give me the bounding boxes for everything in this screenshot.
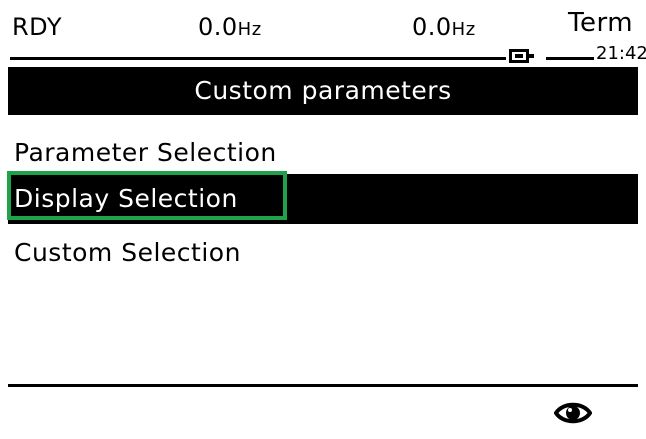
frequency-reference-unit: Hz xyxy=(237,19,262,40)
footer-divider xyxy=(8,384,638,387)
frequency-reference-value: 0.0 xyxy=(198,13,238,41)
output-frequency: 0.0Hz xyxy=(412,12,476,45)
clock-time: 21:42 xyxy=(596,43,646,64)
control-channel: Term xyxy=(568,8,634,38)
status-divider xyxy=(10,57,506,60)
status-divider-right xyxy=(546,57,594,60)
menu-item-parameter-selection[interactable]: Parameter Selection xyxy=(8,128,638,178)
eye-icon[interactable] xyxy=(554,398,592,428)
menu-item-display-selection[interactable]: Display Selection xyxy=(8,174,638,224)
frequency-reference: 0.0Hz xyxy=(198,12,262,45)
output-frequency-unit: Hz xyxy=(451,19,476,40)
page-title: Custom parameters xyxy=(8,67,638,115)
drive-state: RDY xyxy=(12,13,63,41)
menu-item-custom-selection[interactable]: Custom Selection xyxy=(8,228,638,278)
battery-icon xyxy=(509,49,534,63)
output-frequency-value: 0.0 xyxy=(412,13,452,41)
